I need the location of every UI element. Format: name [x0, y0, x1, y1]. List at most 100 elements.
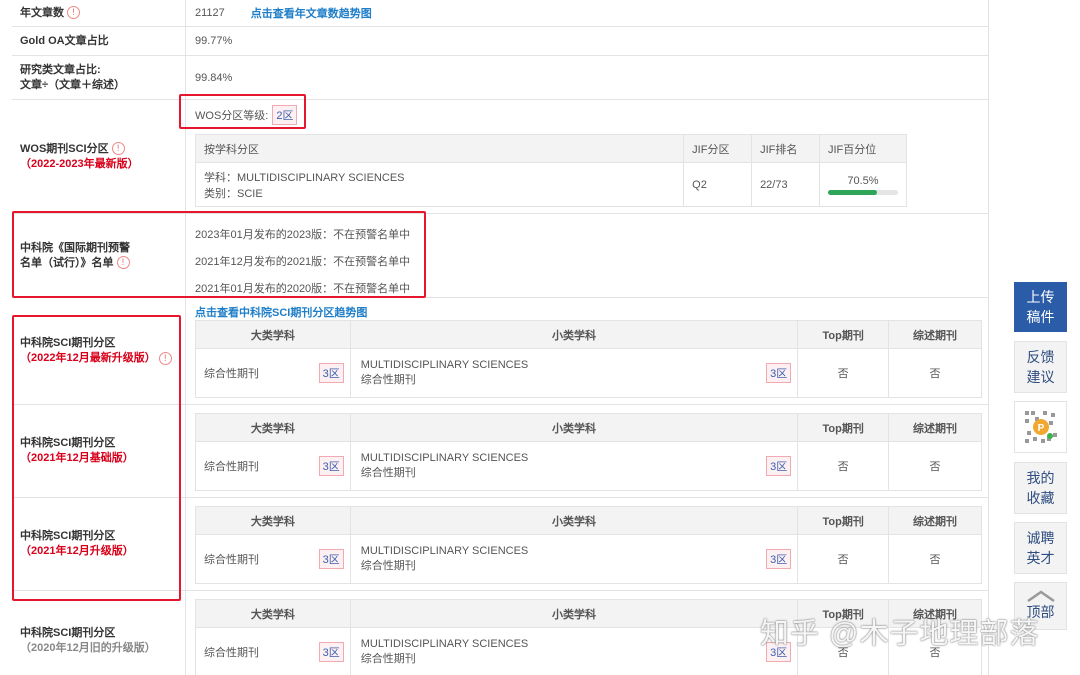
cas-table: 大类学科 小类学科 Top期刊 综述期刊 综合性期刊 3区 MULTIDISCIP…	[195, 320, 982, 398]
cas-edition: （2020年12月旧的升级版）	[20, 642, 156, 654]
cas-minor-line1: MULTIDISCIPLINARY SCIENCES	[360, 545, 529, 557]
warning-label-line2: 名单（试行）》名单	[20, 256, 114, 269]
cas-header-minor: 小类学科	[349, 599, 799, 628]
cas-review: 否	[888, 348, 982, 398]
cas-trend-link[interactable]: 点击查看中科院SCI期刊分区趋势图	[195, 304, 367, 320]
cas-edition: （2021年12月基础版）	[20, 452, 134, 464]
qr-code-icon: P	[1022, 409, 1059, 445]
article-count-value: 21127	[195, 7, 225, 19]
cas-major: 综合性期刊	[204, 647, 259, 659]
cas-header-major: 大类学科	[195, 413, 351, 442]
hiring-button[interactable]: 诚聘 英才	[1014, 522, 1067, 574]
cas-major-zone: 3区	[318, 456, 344, 476]
cas-header-review: 综述期刊	[888, 599, 982, 628]
upload-manuscript-button[interactable]: 上传 稿件	[1014, 282, 1067, 332]
back-to-top-button[interactable]: 顶部	[1014, 582, 1067, 630]
jif-rank: 22/73	[751, 162, 820, 207]
cas-minor-line2: 综合性期刊	[360, 467, 416, 479]
hiring-line1: 诚聘	[1026, 530, 1055, 546]
cas-review: 否	[888, 534, 982, 584]
cas-top: 否	[797, 627, 890, 675]
cas-review: 否	[888, 441, 982, 491]
cas-major-zone: 3区	[318, 363, 344, 383]
back-to-top-label: 顶部	[1026, 604, 1055, 620]
info-icon[interactable]: !	[67, 6, 80, 20]
cas-label: 中科院SCI期刊分区	[20, 627, 116, 639]
jif-header-subject: 按学科分区	[194, 134, 685, 163]
cas-header-major: 大类学科	[195, 320, 351, 349]
cas-minor-line1: MULTIDISCIPLINARY SCIENCES	[360, 638, 529, 650]
jif-percentile-text: 70.5%	[847, 174, 879, 187]
cas-header-top: Top期刊	[797, 599, 890, 628]
cas-table: 大类学科 小类学科 Top期刊 综述期刊 综合性期刊 3区 MULTIDISCIP…	[195, 506, 982, 584]
jif-header-percentile: JIF百分位	[818, 134, 908, 163]
wos-grade-tag: 2区	[272, 105, 298, 125]
cas-minor-line2: 综合性期刊	[360, 653, 416, 665]
jif-percentile-fill	[827, 189, 878, 195]
cas-minor-line1: MULTIDISCIPLINARY SCIENCES	[360, 452, 529, 464]
cas-edition: （2021年12月升级版）	[20, 545, 134, 557]
warning-item: 2023年01月发布的2023版：不在预警名单中	[195, 229, 411, 241]
cas-header-minor: 小类学科	[349, 320, 799, 349]
feedback-button[interactable]: 反馈 建议	[1014, 341, 1067, 393]
gold-oa-value: 99.77%	[195, 35, 233, 47]
cas-major-zone: 3区	[318, 549, 344, 569]
cas-minor-zone: 3区	[766, 363, 792, 383]
row-gold-oa: Gold OA文章占比 99.77%	[12, 27, 988, 56]
cas-label: 中科院SCI期刊分区	[20, 530, 116, 542]
wos-jif-table: 按学科分区 JIF分区 JIF排名 JIF百分位 学科：MULTIDISCIPL…	[194, 134, 908, 207]
jif-quartile: Q2	[683, 162, 753, 207]
cas-major: 综合性期刊	[204, 461, 259, 473]
research-label-line2: 文章÷（文章＋综述）	[20, 78, 126, 91]
warning-item: 2021年12月发布的2021版：不在预警名单中	[195, 256, 411, 268]
cas-table: 大类学科 小类学科 Top期刊 综述期刊 综合性期刊 3区 MULTIDISCIP…	[195, 413, 982, 491]
cas-header-top: Top期刊	[797, 320, 890, 349]
cas-header-major: 大类学科	[195, 599, 351, 628]
cas-top: 否	[797, 534, 890, 584]
favorites-line2: 收藏	[1026, 490, 1055, 506]
chevron-up-icon	[1026, 590, 1055, 602]
row-research-ratio: 研究类文章占比: 文章÷（文章＋综述） 99.84%	[12, 56, 988, 100]
wos-label: WOS期刊SCI分区	[20, 142, 109, 155]
cas-header-top: Top期刊	[797, 506, 890, 535]
cas-major: 综合性期刊	[204, 554, 259, 566]
upload-line1: 上传	[1026, 289, 1055, 305]
row-article-count: 年文章数! 21127 点击查看年文章数趋势图	[12, 0, 988, 27]
cas-minor-line1: MULTIDISCIPLINARY SCIENCES	[360, 359, 529, 371]
hiring-line2: 英才	[1026, 550, 1055, 566]
wos-grade-label: WOS分区等级:	[195, 110, 269, 122]
qr-code-button[interactable]: P	[1014, 401, 1067, 453]
cas-minor-line2: 综合性期刊	[360, 560, 416, 572]
cas-minor-zone: 3区	[766, 456, 792, 476]
article-trend-link[interactable]: 点击查看年文章数趋势图	[251, 5, 372, 21]
warning-items: 2023年01月发布的2023版：不在预警名单中 2021年12月发布的2021…	[195, 222, 410, 303]
cas-review: 否	[888, 627, 982, 675]
cas-top: 否	[797, 441, 890, 491]
info-icon[interactable]: !	[116, 256, 130, 270]
cas-header-review: 综述期刊	[888, 320, 982, 349]
feedback-line1: 反馈	[1026, 349, 1055, 365]
favorites-line1: 我的	[1026, 470, 1055, 486]
gold-oa-label: Gold OA文章占比	[20, 34, 109, 47]
jif-category: 类别：SCIE	[204, 187, 263, 200]
journal-info-panel: 年文章数! 21127 点击查看年文章数趋势图 Gold OA文章占比 99.7…	[12, 0, 989, 675]
my-favorites-button[interactable]: 我的 收藏	[1014, 462, 1067, 514]
info-icon[interactable]: !	[158, 351, 172, 365]
cas-minor-zone: 3区	[766, 549, 792, 569]
cas-table: 大类学科 小类学科 Top期刊 综述期刊 综合性期刊 3区 MULTIDISCIP…	[195, 599, 982, 675]
feedback-line2: 建议	[1026, 369, 1055, 385]
cas-header-minor: 小类学科	[349, 413, 799, 442]
info-icon[interactable]: !	[111, 142, 125, 156]
research-value: 99.84%	[195, 71, 233, 84]
cas-top: 否	[797, 348, 890, 398]
cas-minor-line2: 综合性期刊	[360, 374, 416, 386]
jif-percentile-bar	[827, 189, 898, 195]
upload-line2: 稿件	[1026, 309, 1055, 325]
cas-minor-zone: 3区	[766, 642, 792, 662]
cas-header-review: 综述期刊	[888, 506, 982, 535]
cas-header-top: Top期刊	[797, 413, 890, 442]
research-label-line1: 研究类文章占比:	[20, 63, 101, 76]
cas-header-major: 大类学科	[195, 506, 351, 535]
cas-label: 中科院SCI期刊分区	[20, 437, 116, 449]
article-count-label: 年文章数	[20, 6, 64, 19]
